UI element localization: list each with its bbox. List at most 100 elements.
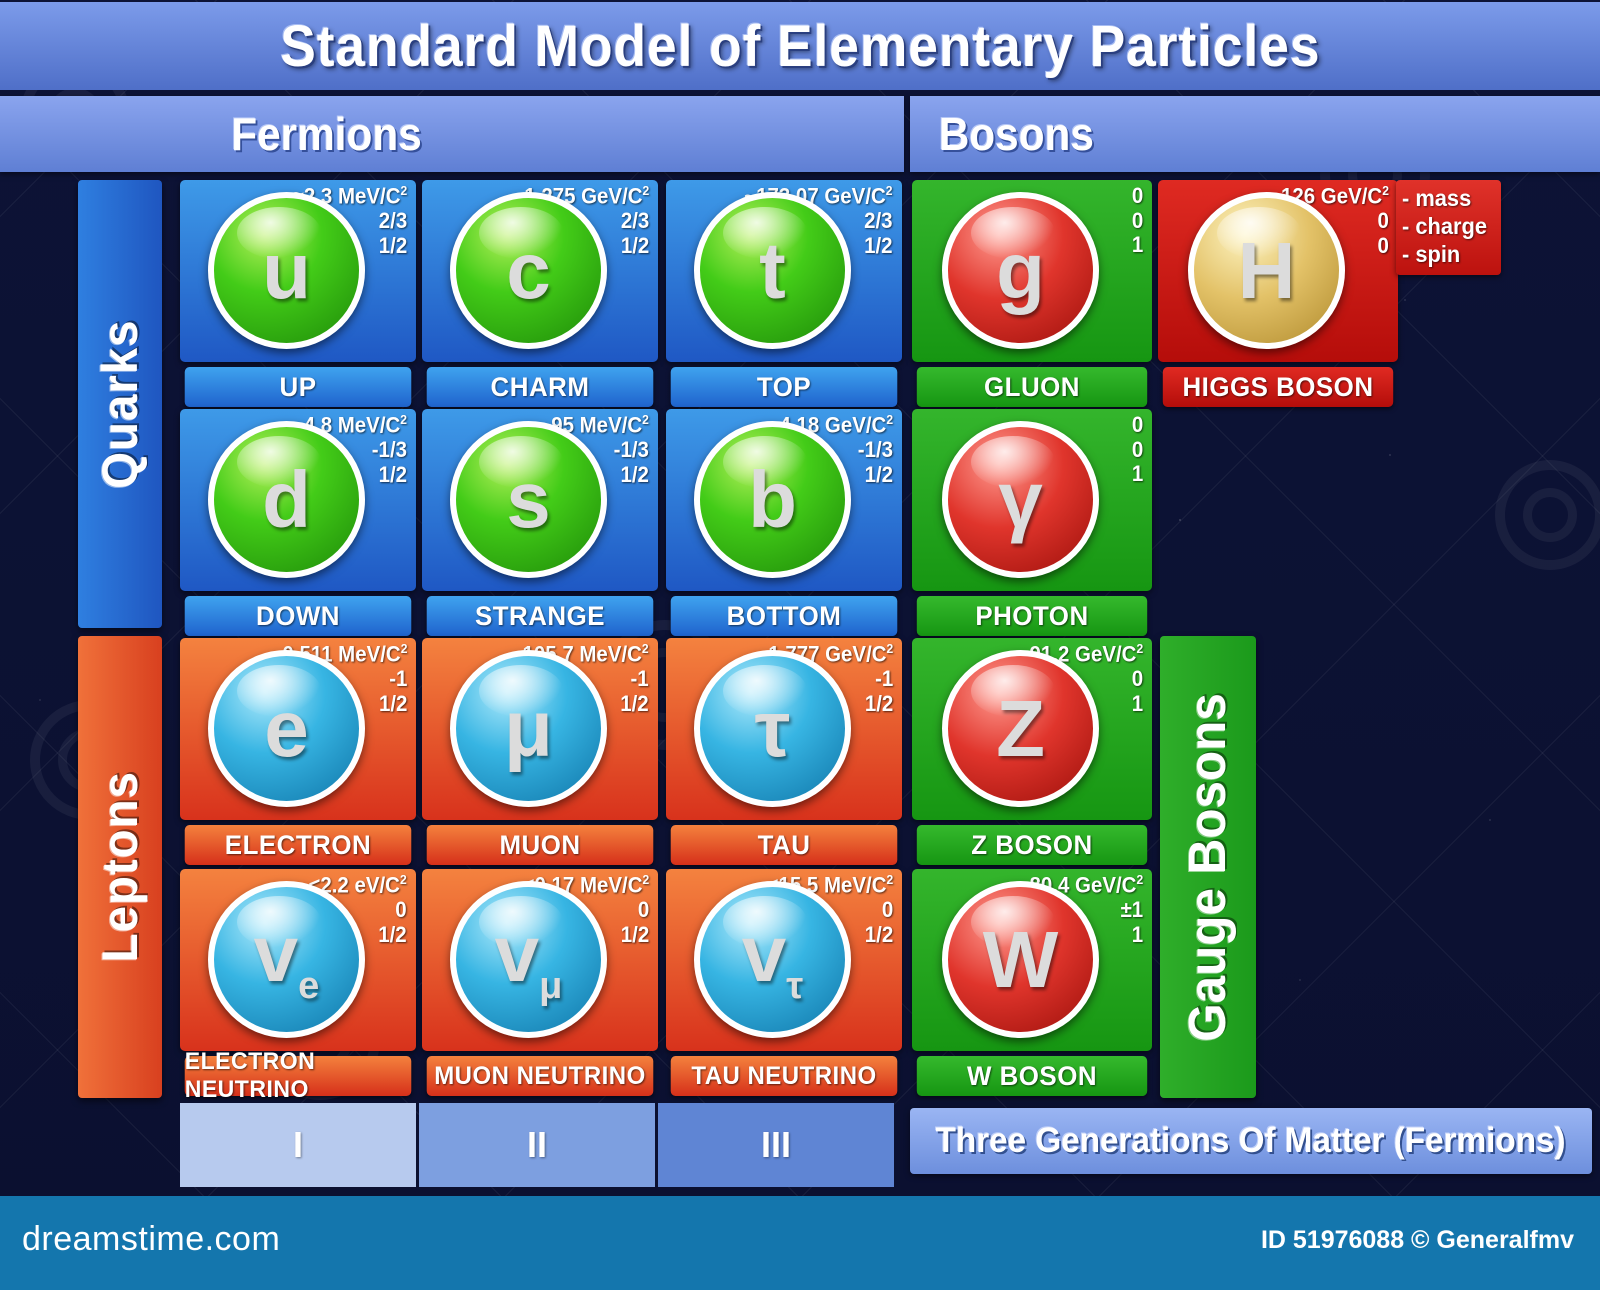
particle-cell-w-boson[interactable]: 80.4 GeV/C2 ±1 1 W W BOSON — [912, 869, 1152, 1096]
particle-cell-electron[interactable]: 0.511 MeV/C2 -1 1/2 e ELECTRON — [180, 638, 416, 865]
particle-name: DOWN — [184, 596, 412, 636]
legend-spin: - spin — [1402, 241, 1461, 268]
particle-symbol: vμ — [494, 909, 563, 1007]
generations-caption-text: Three Generations Of Matter (Fermions) — [935, 1121, 1566, 1160]
family-bar-leptons: Leptons — [78, 636, 162, 1098]
particle-sphere: e — [208, 650, 365, 807]
particle-name: TAU — [670, 825, 898, 865]
particle-symbol: ve — [253, 909, 320, 1007]
particle-box: ~1.777 GeV/C2 -1 1/2 τ — [666, 638, 902, 820]
particle-box: ~1.275 GeV/C2 2/3 1/2 c — [422, 180, 658, 362]
particle-symbol: H — [1237, 225, 1296, 315]
particle-name: TAU NEUTRINO — [670, 1056, 898, 1096]
generation-label-1: I — [292, 1124, 303, 1165]
particle-cell-gluon[interactable]: 0 0 1 g GLUON — [912, 180, 1152, 407]
generation-column-3: III — [658, 1103, 894, 1187]
particle-symbol: s — [506, 454, 551, 544]
section-header-bosons: Bosons — [910, 96, 1600, 172]
particle-cell-electron-neutrino[interactable]: <2.2 eV/C2 0 1/2 ve ELECTRON NEUTRINO — [180, 869, 416, 1103]
particle-symbol: u — [262, 225, 311, 315]
particle-cell-up[interactable]: ≈2.3 MeV/C2 2/3 1/2 u UP — [180, 180, 416, 407]
generation-label-3: III — [760, 1124, 791, 1165]
family-bar-quarks-label: Quarks — [92, 319, 148, 489]
particle-sphere: vτ — [694, 881, 851, 1038]
particle-box: <2.2 eV/C2 0 1/2 ve — [180, 869, 416, 1051]
particle-cell-charm[interactable]: ~1.275 GeV/C2 2/3 1/2 c CHARM — [422, 180, 658, 407]
legend: - mass - charge - spin — [1396, 180, 1501, 275]
particle-box: ~126 GeV/C2 0 0 H — [1158, 180, 1398, 362]
page-title: Standard Model of Elementary Particles — [0, 2, 1600, 90]
particle-properties: 0 0 1 — [1131, 183, 1143, 258]
particle-cell-bottom[interactable]: ~4.18 GeV/C2 -1/3 1/2 b BOTTOM — [666, 409, 902, 636]
particle-symbol: g — [996, 225, 1045, 315]
particle-name: ELECTRON — [184, 825, 412, 865]
legend-mass: - mass — [1402, 185, 1472, 211]
particle-charge: 0 — [1131, 436, 1143, 462]
particle-cell-tau-neutrino[interactable]: <15.5 MeV/C2 0 1/2 vτ TAU NEUTRINO — [666, 869, 902, 1096]
particle-cell-higgs-boson[interactable]: ~126 GeV/C2 0 0 H HIGGS BOSON — [1158, 180, 1398, 407]
particle-symbol: vτ — [741, 909, 804, 1007]
particle-charge: 0 — [1131, 207, 1143, 233]
particle-name: TOP — [670, 367, 898, 407]
generation-column-2: II — [419, 1103, 655, 1187]
particle-sphere: d — [208, 421, 365, 578]
particle-cell-photon[interactable]: 0 0 1 γ PHOTON — [912, 409, 1152, 636]
particle-sphere: H — [1188, 192, 1345, 349]
particle-cell-top[interactable]: ~173.07 GeV/C2 2/3 1/2 t TOP — [666, 180, 902, 407]
particle-symbol: τ — [754, 683, 791, 773]
footer-bar: dreamstime.com ID 51976088 © Generalfmv — [0, 1196, 1600, 1290]
particle-symbol: b — [748, 454, 797, 544]
particle-sphere: γ — [942, 421, 1099, 578]
generation-column-1: I — [180, 1103, 416, 1187]
particle-sphere: u — [208, 192, 365, 349]
page-title-text: Standard Model of Elementary Particles — [279, 13, 1321, 79]
particle-name: CHARM — [426, 367, 654, 407]
particle-sphere: Z — [942, 650, 1099, 807]
particle-cell-tau[interactable]: ~1.777 GeV/C2 -1 1/2 τ TAU — [666, 638, 902, 865]
family-bar-leptons-label: Leptons — [92, 771, 148, 963]
particle-sphere: s — [450, 421, 607, 578]
particle-symbol: e — [264, 683, 309, 773]
particle-sphere: t — [694, 192, 851, 349]
particle-name: Z BOSON — [916, 825, 1148, 865]
particle-symbol: c — [506, 225, 551, 315]
particle-mass: 0 — [1131, 412, 1143, 437]
particle-name: BOTTOM — [670, 596, 898, 636]
section-header-bosons-label: Bosons — [938, 108, 1094, 160]
particle-name: ELECTRON NEUTRINO — [184, 1048, 412, 1103]
particle-box: 80.4 GeV/C2 ±1 1 W — [912, 869, 1152, 1051]
particle-box: <15.5 MeV/C2 0 1/2 vτ — [666, 869, 902, 1051]
particle-box: 0 0 1 γ — [912, 409, 1152, 591]
particle-spin: 1 — [1131, 461, 1143, 487]
particle-box: <0.17 MeV/C2 0 1/2 vμ — [422, 869, 658, 1051]
particle-cell-strange[interactable]: ~95 MeV/C2 -1/3 1/2 s STRANGE — [422, 409, 658, 636]
family-bar-gauge-bosons: Gauge Bosons — [1160, 636, 1256, 1098]
particle-sphere: μ — [450, 650, 607, 807]
particle-sphere: W — [942, 881, 1099, 1038]
footer-credit: ID 51976088 © Generalfmv — [1260, 1226, 1574, 1254]
particle-sphere: g — [942, 192, 1099, 349]
particle-box: ~173.07 GeV/C2 2/3 1/2 t — [666, 180, 902, 362]
footer-brand: dreamstime.com — [22, 1220, 281, 1258]
particle-cell-z-boson[interactable]: 91.2 GeV/C2 0 1 Z Z BOSON — [912, 638, 1152, 865]
particle-symbol: t — [759, 225, 786, 315]
particle-box: ~95 MeV/C2 -1/3 1/2 s — [422, 409, 658, 591]
particle-sphere: τ — [694, 650, 851, 807]
particle-name: HIGGS BOSON — [1162, 367, 1394, 407]
particle-name: PHOTON — [916, 596, 1148, 636]
particle-cell-muon-neutrino[interactable]: <0.17 MeV/C2 0 1/2 vμ MUON NEUTRINO — [422, 869, 658, 1096]
particle-symbol: Z — [996, 683, 1045, 773]
particle-cell-muon[interactable]: 105.7 MeV/C2 -1 1/2 μ MUON — [422, 638, 658, 865]
particle-sphere: ve — [208, 881, 365, 1038]
particle-cell-down[interactable]: ~4.8 MeV/C2 -1/3 1/2 d DOWN — [180, 409, 416, 636]
particle-spin: 1 — [1131, 232, 1143, 258]
section-header-fermions-label: Fermions — [231, 108, 423, 160]
particle-symbol: W — [982, 914, 1059, 1004]
particle-box: ~4.18 GeV/C2 -1/3 1/2 b — [666, 409, 902, 591]
particle-box: ≈2.3 MeV/C2 2/3 1/2 u — [180, 180, 416, 362]
particle-properties: 0 0 1 — [1131, 412, 1143, 487]
particle-sphere: b — [694, 421, 851, 578]
particle-box: ~4.8 MeV/C2 -1/3 1/2 d — [180, 409, 416, 591]
section-header-fermions: Fermions — [0, 96, 904, 172]
generation-label-2: II — [526, 1124, 547, 1165]
